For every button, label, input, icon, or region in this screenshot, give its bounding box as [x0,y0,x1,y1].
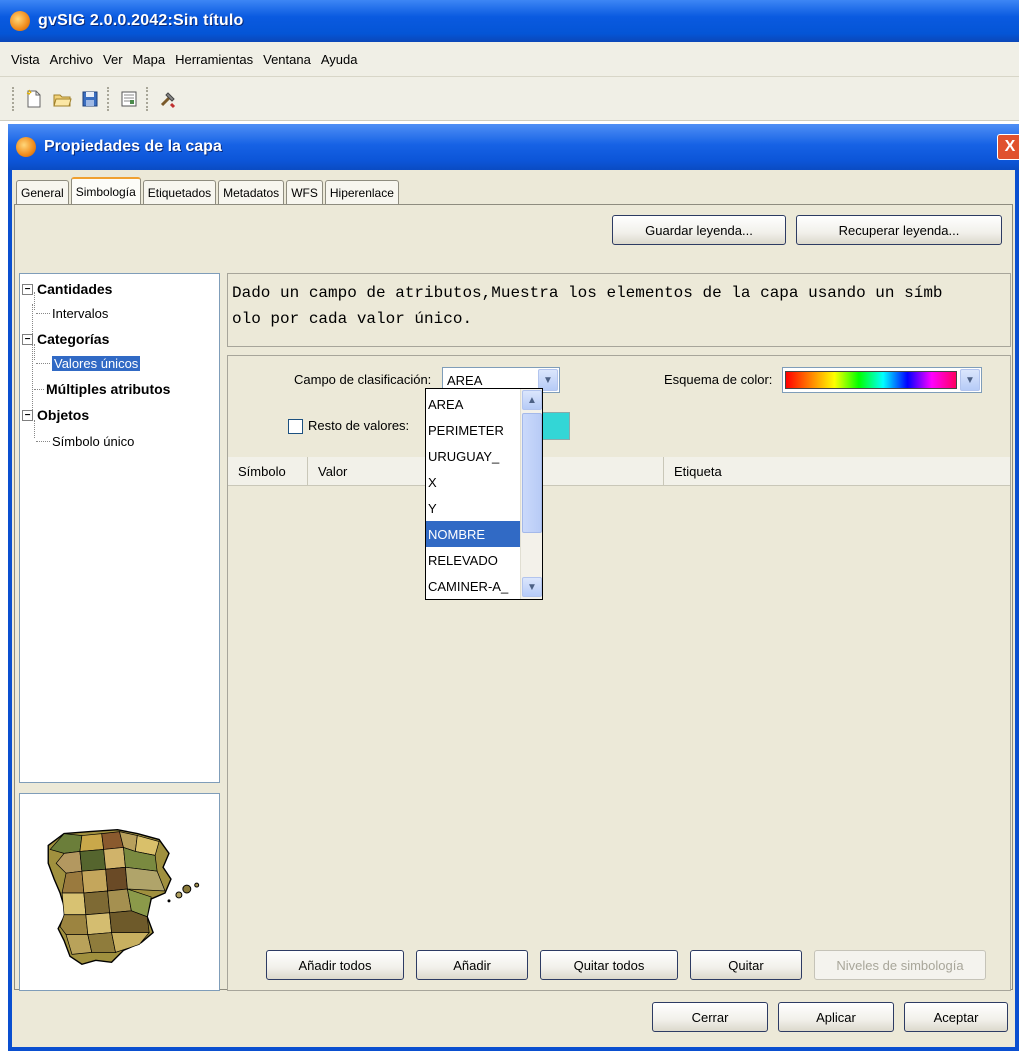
menu-bar: Vista Archivo Ver Mapa Herramientas Vent… [0,42,1019,77]
chevron-down-icon[interactable]: ▼ [960,369,980,391]
color-ramp-swatch [785,371,957,389]
column-header-simbolo[interactable]: Símbolo [228,457,308,486]
legend-preview [19,793,220,991]
app-title: gvSIG 2.0.0.2042:Sin título [38,12,244,29]
tree-node-categorias[interactable]: − Categorías [22,328,109,350]
symbology-levels-button: Niveles de simbología [814,950,986,980]
column-header-etiqueta[interactable]: Etiqueta [664,457,1010,486]
dialog-title-bar[interactable]: Propiedades de la capa X [8,124,1019,170]
layout-icon[interactable] [116,86,142,112]
spain-map-image [47,828,200,966]
toolbar-separator [107,86,110,111]
dialog-title: Propiedades de la capa [44,138,222,155]
dropdown-option-area[interactable]: AREA [426,391,520,417]
tab-bar: General Simbología Etiquetados Metadatos… [16,177,401,204]
tree-label: Valores únicos [52,355,141,371]
tree-label: Objetos [37,407,90,423]
toolbar [0,77,1019,121]
tab-hiperenlace[interactable]: Hiperenlace [324,180,399,204]
tab-simbologia[interactable]: Simbología [70,177,141,204]
chevron-up-icon[interactable]: ▲ [522,390,542,410]
legend-type-tree: − Cantidades Intervalos − Categorías Val… [19,273,220,783]
rest-values-checkbox[interactable] [288,419,303,434]
new-file-icon[interactable] [21,86,47,112]
menu-mapa[interactable]: Mapa [128,52,171,67]
tools-icon[interactable] [155,86,181,112]
tree-node-multiples-atributos[interactable]: Múltiples atributos [34,378,170,400]
unique-values-panel: Campo de clasificación: AREA ▼ Esquema d… [227,355,1011,991]
classification-field-label: Campo de clasificación: [294,372,432,387]
tree-item-valores-unicos[interactable]: Valores únicos [36,352,141,374]
remove-all-button[interactable]: Quitar todos [540,950,678,980]
description-line-2: olo por cada valor único. [232,310,473,328]
toolbar-separator-2 [146,86,149,111]
tab-etiquetados[interactable]: Etiquetados [142,180,217,204]
tree-label: Cantidades [37,281,113,297]
tree-label: Categorías [37,331,110,347]
save-icon[interactable] [77,86,103,112]
dialog-body: General Simbología Etiquetados Metadatos… [12,170,1015,1047]
legend-description: Dado un campo de atributos,Muestra los e… [227,273,1011,347]
menu-herramientas[interactable]: Herramientas [170,52,258,67]
gvsig-logo-icon [16,137,36,157]
remove-button[interactable]: Quitar [690,950,802,980]
menu-ayuda[interactable]: Ayuda [316,52,363,67]
load-legend-button[interactable]: Recuperar leyenda... [796,215,1002,245]
add-all-button[interactable]: Añadir todos [266,950,404,980]
add-button[interactable]: Añadir [416,950,528,980]
tree-label: Símbolo único [52,433,135,449]
values-table: Símbolo Valor Etiqueta [228,457,1010,937]
tree-label: Múltiples atributos [46,381,171,397]
dropdown-option-nombre[interactable]: NOMBRE [426,521,520,547]
dropdown-option-perimeter[interactable]: PERIMETER [426,417,520,443]
open-folder-icon[interactable] [49,86,75,112]
collapse-icon[interactable]: − [22,333,33,345]
classification-field-value: AREA [447,372,483,388]
menu-archivo[interactable]: Archivo [45,52,98,67]
menu-vista[interactable]: Vista [6,52,45,67]
dropdown-option-x[interactable]: X [426,469,520,495]
dropdown-scrollbar[interactable]: ▲ ▼ [520,389,542,599]
accept-button[interactable]: Aceptar [904,1002,1008,1032]
tree-item-intervalos[interactable]: Intervalos [36,302,108,324]
color-scheme-select[interactable]: ▼ [782,367,982,393]
save-legend-button[interactable]: Guardar leyenda... [612,215,786,245]
app-title-bar: gvSIG 2.0.0.2042:Sin título [0,0,1019,42]
toolbar-grip[interactable] [12,86,15,111]
tree-label: Intervalos [52,305,109,321]
gvsig-logo-icon [10,11,30,31]
tab-general[interactable]: General [16,180,69,204]
apply-button[interactable]: Aplicar [778,1002,894,1032]
chevron-down-icon[interactable]: ▼ [522,577,542,597]
tree-item-simbolo-unico[interactable]: Símbolo único [36,430,134,452]
color-scheme-label: Esquema de color: [664,372,773,387]
description-line-1: Dado un campo de atributos,Muestra los e… [232,284,943,302]
classification-field-dropdown: AREA PERIMETER URUGUAY_ X Y NOMBRE RELEV… [425,388,543,600]
rest-values-label: Resto de valores: [308,418,410,433]
scrollbar-thumb[interactable] [522,413,542,533]
collapse-icon[interactable]: − [22,283,33,295]
dropdown-option-uruguay[interactable]: URUGUAY_ [426,443,520,469]
close-button[interactable]: Cerrar [652,1002,768,1032]
table-header: Símbolo Valor Etiqueta [228,457,1010,486]
tab-wfs[interactable]: WFS [286,180,323,204]
collapse-icon[interactable]: − [22,409,33,421]
dropdown-option-caminer-a[interactable]: CAMINER-A_ [426,573,520,599]
menu-ver[interactable]: Ver [98,52,128,67]
tree-node-objetos[interactable]: − Objetos [22,404,89,426]
tab-metadatos[interactable]: Metadatos [218,180,285,204]
menu-ventana[interactable]: Ventana [258,52,316,67]
close-icon[interactable]: X [997,134,1019,160]
dropdown-option-relevado[interactable]: RELEVADO [426,547,520,573]
tree-node-cantidades[interactable]: − Cantidades [22,278,112,300]
dropdown-option-y[interactable]: Y [426,495,520,521]
